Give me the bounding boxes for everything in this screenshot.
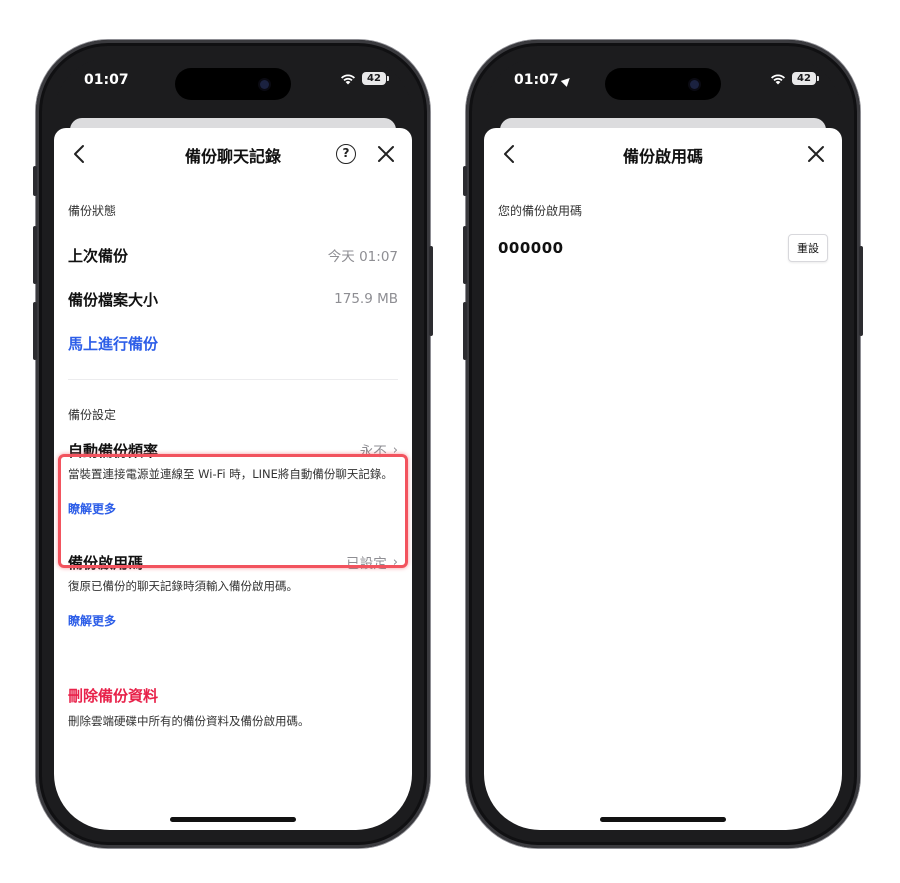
mute-switch (33, 166, 37, 196)
wifi-icon (340, 73, 356, 85)
close-icon[interactable] (374, 142, 398, 166)
stage: 01:07 42 備份聊天記錄 ? 備份狀態 上次備份 今天 01:07 備份檔… (0, 0, 900, 883)
back-icon[interactable] (498, 142, 522, 166)
status-indicators: 42 (340, 72, 389, 85)
page-title: 備份啟用碼 (622, 147, 703, 166)
status-time: 01:07 (514, 72, 559, 88)
location-arrow-icon: ▲ (559, 72, 575, 89)
backup-pin-code: 000000 (498, 239, 564, 257)
back-icon[interactable] (68, 142, 92, 166)
volume-up-button (463, 226, 467, 284)
highlight-annotation (58, 454, 408, 568)
section-backup-status: 備份狀態 (68, 204, 117, 218)
nav-bar: 備份聊天記錄 ? (54, 128, 412, 182)
screen-left: 01:07 42 備份聊天記錄 ? 備份狀態 上次備份 今天 01:07 備份檔… (54, 58, 412, 830)
last-backup-row: 上次備份 今天 01:07 (54, 235, 412, 275)
backup-pin-label: 您的備份啟用碼 (498, 204, 583, 218)
backup-size-value: 175.9 MB (334, 291, 398, 307)
backup-pin-code-row: 000000 重設 (484, 233, 842, 263)
delete-backup-button[interactable]: 刪除備份資料 (54, 685, 412, 706)
delete-backup-description: 刪除雲端硬碟中所有的備份資料及備份啟用碼。 (68, 714, 310, 728)
camera-icon (690, 80, 699, 89)
dynamic-island (605, 68, 721, 100)
camera-icon (260, 80, 269, 89)
power-button (429, 246, 433, 336)
volume-down-button (33, 302, 37, 360)
backup-pin-sheet: 備份啟用碼 您的備份啟用碼 000000 重設 (484, 128, 842, 830)
power-button (859, 246, 863, 336)
phone-right: 01:07▲ 42 備份啟用碼 您的備份啟用碼 000000 重設 (463, 40, 863, 848)
screen-right: 01:07▲ 42 備份啟用碼 您的備份啟用碼 000000 重設 (484, 58, 842, 830)
reset-button[interactable]: 重設 (788, 234, 828, 262)
status-indicators: 42 (770, 72, 819, 85)
close-icon[interactable] (804, 142, 828, 166)
battery-icon: 42 (362, 72, 389, 85)
nav-bar: 備份啟用碼 (484, 128, 842, 182)
volume-down-button (463, 302, 467, 360)
backup-pin-description: 復原已備份的聊天記錄時須輸入備份啟用碼。 (68, 579, 298, 593)
backup-size-label: 備份檔案大小 (68, 290, 159, 309)
backup-now-row[interactable]: 馬上進行備份 (54, 323, 412, 363)
section-backup-settings: 備份設定 (68, 408, 117, 422)
wifi-icon (770, 73, 786, 85)
last-backup-value: 今天 01:07 (327, 249, 398, 265)
last-backup-label: 上次備份 (68, 246, 129, 265)
status-time-wrap: 01:07▲ (514, 72, 575, 89)
home-indicator[interactable] (170, 817, 296, 822)
help-icon[interactable]: ? (336, 144, 356, 164)
backup-now-button[interactable]: 馬上進行備份 (68, 333, 158, 354)
home-indicator[interactable] (600, 817, 726, 822)
phone-left: 01:07 42 備份聊天記錄 ? 備份狀態 上次備份 今天 01:07 備份檔… (33, 40, 433, 848)
status-time: 01:07 (84, 72, 129, 88)
page-title: 備份聊天記錄 (184, 147, 281, 166)
mute-switch (463, 166, 467, 196)
backup-size-row: 備份檔案大小 175.9 MB (54, 279, 412, 319)
dynamic-island (175, 68, 291, 100)
backup-chat-sheet: 備份聊天記錄 ? 備份狀態 上次備份 今天 01:07 備份檔案大小 175.9… (54, 128, 412, 830)
volume-up-button (33, 226, 37, 284)
backup-pin-learn-more-link[interactable]: 瞭解更多 (54, 612, 412, 629)
battery-icon: 42 (792, 72, 819, 85)
